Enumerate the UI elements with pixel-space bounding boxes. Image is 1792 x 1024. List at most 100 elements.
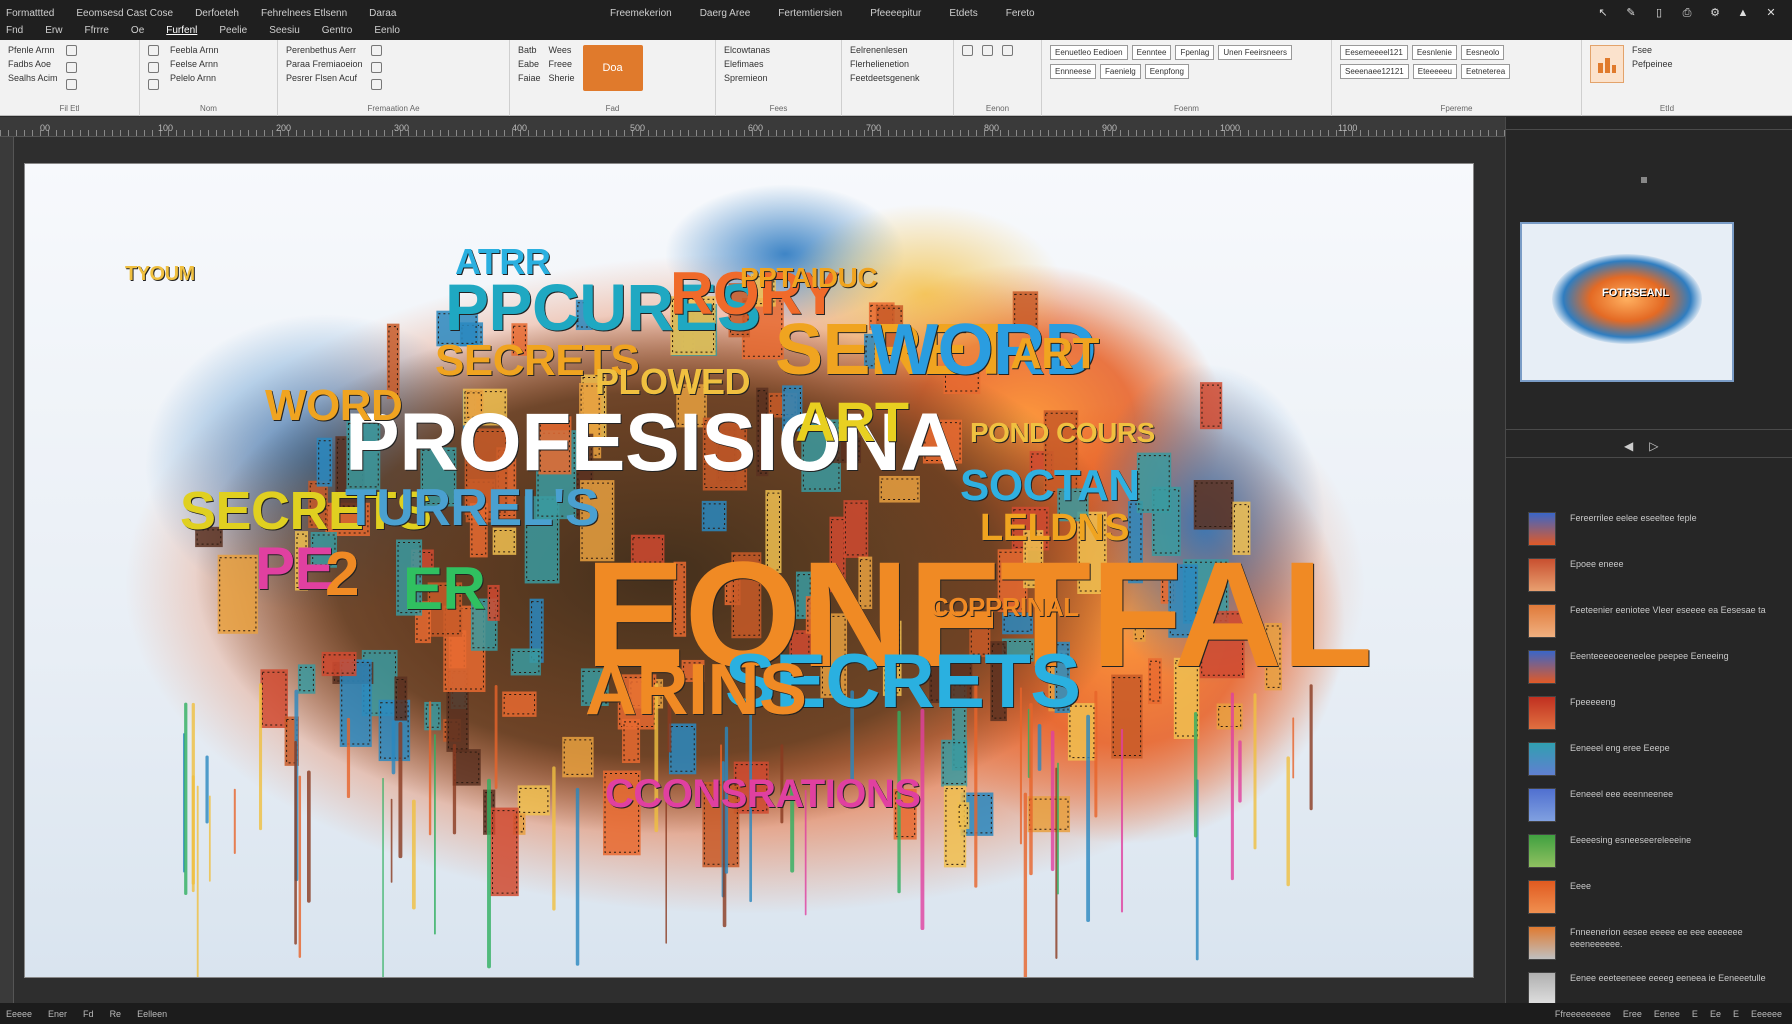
title-center-item[interactable]: Daerg Aree [700,8,751,19]
menu-tab[interactable]: Erw [45,25,62,36]
close-icon[interactable]: ✕ [1764,6,1778,20]
style-item[interactable]: Feeteenier eeniotee Vleer eseeee ea Eese… [1528,604,1778,638]
ribbon-item[interactable]: Pesrer Flsen Acuf [286,73,363,83]
style-box[interactable]: Seeenaee12121 [1340,64,1409,79]
status-item[interactable]: Fd [83,1009,94,1019]
style-box[interactable]: Faenielg [1100,64,1141,79]
style-item[interactable]: Eeneeel eee eeenneenee [1528,788,1778,822]
slide-thumbnail[interactable]: FOTRSEANL [1520,222,1734,382]
ribbon-item[interactable]: Batb [518,45,541,55]
menu-tab[interactable]: Furfenl [166,25,197,36]
next-arrow-icon[interactable]: ▷ [1649,439,1658,453]
style-box[interactable]: Eenuetleo Eedioen [1050,45,1128,60]
ribbon-item[interactable]: Pfenle Arnn [8,45,58,55]
status-item[interactable]: Re [110,1009,122,1019]
style-item[interactable]: Eenee eeeteeneee eeeeg eeneea ie Eeneeet… [1528,972,1778,1006]
menu-tab[interactable]: Seesiu [269,25,300,36]
ribbon-item[interactable]: Spremieon [724,73,770,83]
status-item[interactable]: E [1733,1009,1739,1019]
status-item[interactable]: E [1692,1009,1698,1019]
ribbon-item[interactable]: Wees [549,45,575,55]
style-item[interactable]: Eeeeesing esneeseereleeeine [1528,834,1778,868]
style-box[interactable]: Eesnlenie [1411,45,1457,60]
style-item[interactable]: Fnneenerion eesee eeeee ee eee eeeeeee e… [1528,926,1778,960]
menu-tab[interactable]: Fnd [6,25,23,36]
style-item[interactable]: Eeneeel eng eree Eeepe [1528,742,1778,776]
draw-big-button[interactable]: Doa [582,45,643,91]
shape-icon[interactable] [962,45,973,56]
copy-icon[interactable]: ▯ [1652,6,1666,20]
ribbon-item[interactable]: Eabe [518,59,541,69]
back-icon[interactable]: ↖ [1596,6,1610,20]
ribbon-item[interactable]: Paraa Fremiaoeion [286,59,363,69]
title-center-item[interactable]: Etdets [949,8,977,19]
list-icon[interactable] [370,45,382,56]
cut-icon[interactable] [148,62,159,73]
title-item[interactable]: Daraa [369,8,396,19]
status-item[interactable]: Ee [1710,1009,1721,1019]
menu-tab[interactable]: Oe [131,25,144,36]
ribbon-item[interactable]: Eelrenenlesen [850,45,920,55]
style-item[interactable]: Fpeeeeeng [1528,696,1778,730]
ribbon-item[interactable]: Fadbs Aoe [8,59,58,69]
style-item[interactable]: Eeee [1528,880,1778,914]
chart-icon[interactable] [1590,45,1624,83]
status-item[interactable]: Ener [48,1009,67,1019]
outline-icon[interactable] [1002,45,1013,56]
title-center-item[interactable]: Pfeeeepitur [870,8,921,19]
ribbon-item[interactable]: Elcowtanas [724,45,770,55]
draw-icon[interactable] [65,62,77,73]
brush-icon[interactable] [148,79,159,90]
title-item[interactable]: Derfoeteh [195,8,239,19]
title-item[interactable]: Formattted [6,8,54,19]
style-box[interactable]: Eenntee [1131,45,1172,60]
slide-canvas[interactable]: PROFESISIONA EONFTFAL PPCURES SECRETS SERET W… [24,163,1474,978]
style-box[interactable]: Eesneolo [1460,45,1505,60]
prev-arrow-icon[interactable]: ◀ [1624,439,1633,453]
title-item[interactable]: Eeomsesd Cast Cose [76,8,173,19]
menu-tab[interactable]: Gentro [322,25,353,36]
title-item[interactable]: Fehrelnees Etlsenn [261,8,347,19]
list-icon[interactable] [370,62,382,73]
status-item[interactable]: Eeeeee [1751,1009,1782,1019]
title-center-item[interactable]: Fertemtiersien [778,8,842,19]
style-item[interactable]: Epoee eneee [1528,558,1778,592]
up-icon[interactable]: ▲ [1736,6,1750,20]
style-item[interactable]: Fereerrilee eelee eseeltee feple [1528,512,1778,546]
ribbon-item[interactable]: Perenbethus Aerr [286,45,363,55]
title-center-item[interactable]: Freemekerion [610,8,672,19]
menu-tab[interactable]: Ffrrre [84,25,108,36]
style-box[interactable]: Ennneese [1050,64,1097,79]
title-center-item[interactable]: Fereto [1006,8,1035,19]
ribbon-item[interactable]: Freee [549,59,575,69]
format-icon[interactable] [65,79,77,90]
ribbon-item[interactable]: Faiae [518,73,541,83]
ribbon-item[interactable]: Pefpeinee [1632,59,1673,69]
ribbon-item[interactable]: Feetdeetsgenenk [850,73,920,83]
style-box[interactable]: Eesemeeeel121 [1340,45,1408,60]
style-item[interactable]: Eeenteeeeoeeneelee peepee Eeneeing [1528,650,1778,684]
style-box[interactable]: Eenpfong [1144,64,1189,79]
status-item[interactable]: Eenee [1654,1009,1680,1019]
status-item[interactable]: Eelleen [137,1009,167,1019]
paste-icon[interactable] [65,45,77,56]
copy-icon[interactable] [148,45,159,56]
settings-icon[interactable]: ⚙ [1708,6,1722,20]
ribbon-item[interactable]: Fsee [1632,45,1673,55]
status-item[interactable]: Ffreeeeeeeee [1555,1009,1611,1019]
menu-tab[interactable]: Peelie [219,25,247,36]
style-box[interactable]: Fpenlag [1175,45,1215,60]
style-box[interactable]: Eteeeeeu [1412,64,1457,79]
draw-icon[interactable]: ✎ [1624,6,1638,20]
panel-handle-icon[interactable] [1641,177,1647,183]
list-icon[interactable] [370,79,382,90]
ribbon-item[interactable]: Sherie [549,73,575,83]
style-box[interactable]: Eetneterea [1461,64,1511,79]
status-item[interactable]: Eree [1623,1009,1642,1019]
print-icon[interactable]: ⎙ [1680,6,1694,20]
fill-icon[interactable] [982,45,993,56]
style-box[interactable]: Unen Feeirsneers [1218,45,1292,60]
menu-tab[interactable]: Eenlo [374,25,400,36]
ribbon-item[interactable]: Sealhs Acim [8,73,58,83]
ribbon-item[interactable]: Elefimaes [724,59,770,69]
